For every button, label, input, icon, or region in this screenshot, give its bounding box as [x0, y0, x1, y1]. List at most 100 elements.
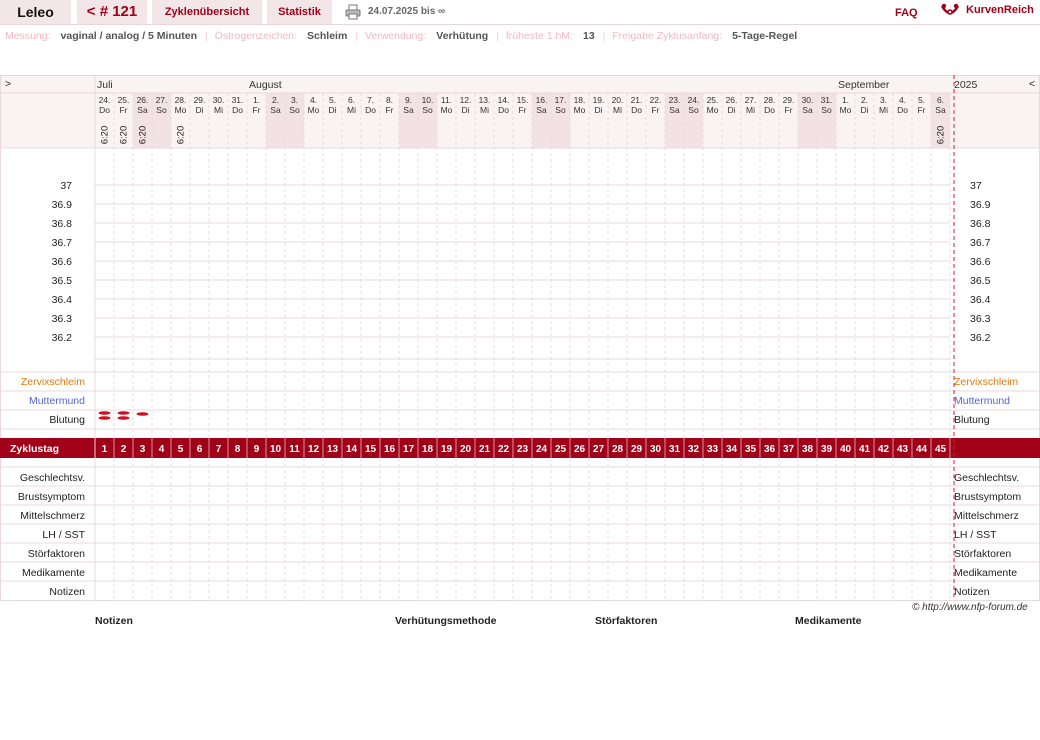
extra-row-label-right: Notizen — [954, 586, 990, 598]
cycle-day-number: 16 — [384, 444, 396, 455]
cycle-selector[interactable]: < # 121 — [77, 0, 147, 24]
temp-label-left: 36.7 — [52, 237, 73, 249]
printer-icon[interactable] — [345, 4, 361, 20]
cycle-day-number: 19 — [441, 444, 453, 455]
weekday-label: Mo — [840, 105, 852, 115]
date-label: 22. — [650, 95, 662, 105]
weekday-label: Mi — [746, 105, 755, 115]
measurement-time: 6:20 — [119, 126, 130, 145]
temp-label-right: 37 — [970, 180, 982, 192]
date-label: 9. — [405, 95, 412, 105]
cycle-day-number: 15 — [365, 444, 377, 455]
user-name-tab[interactable]: Leleo — [0, 0, 71, 24]
weekday-label: So — [156, 105, 167, 115]
cycle-day-number: 3 — [140, 444, 146, 455]
date-label: 2. — [272, 95, 279, 105]
cycle-day-number: 11 — [289, 444, 300, 455]
date-label: 26. — [726, 95, 738, 105]
copyright-link[interactable]: © http://www.nfp-forum.de — [912, 602, 1028, 613]
date-label: 1. — [253, 95, 260, 105]
temp-label-right: 36.3 — [970, 313, 991, 325]
date-label: 20. — [612, 95, 624, 105]
weekday-label: Sa — [270, 105, 281, 115]
date-label: 26. — [137, 95, 149, 105]
cycle-day-number: 29 — [631, 444, 643, 455]
setting-earliest-high: früheste 1.hM: 13 — [505, 30, 595, 42]
temp-label-right: 36.4 — [970, 294, 991, 306]
date-label: 19. — [593, 95, 605, 105]
kurvenreich-logo-icon[interactable] — [940, 2, 960, 20]
brand-name[interactable]: KurvenReich — [966, 4, 1034, 16]
extra-row-label-right: Geschlechtsv. — [954, 472, 1019, 484]
cycle-day-number: 10 — [270, 444, 282, 455]
date-label: 18. — [574, 95, 586, 105]
cycle-day-number: 17 — [403, 444, 415, 455]
obs-row-label-right: Zervixschleim — [954, 376, 1018, 388]
cycle-day-number: 12 — [308, 444, 320, 455]
extra-row-label-left: Medikamente — [22, 567, 85, 579]
weekday-label: Di — [594, 105, 602, 115]
month-label: Juli — [97, 79, 113, 91]
cycle-day-number: 34 — [726, 444, 738, 455]
weekday-label: So — [821, 105, 832, 115]
faq-link[interactable]: FAQ — [895, 7, 918, 19]
measurement-time: 6:20 — [176, 126, 187, 145]
date-label: 24. — [688, 95, 700, 105]
cycle-day-number: 31 — [669, 444, 681, 455]
date-label: 1. — [842, 95, 849, 105]
bleeding-mark — [98, 416, 111, 420]
month-label: September — [838, 79, 890, 91]
cycle-day-number: 6 — [197, 444, 203, 455]
temp-label-right: 36.7 — [970, 237, 991, 249]
extra-row-label-left: Brustsymptom — [18, 491, 85, 503]
contraception-method-heading: Verhütungsmethode — [395, 615, 497, 627]
obs-row-label-left: Muttermund — [29, 395, 85, 407]
weekday-label: Di — [461, 105, 469, 115]
cycle-day-number: 5 — [178, 444, 184, 455]
cycle-day-number: 25 — [555, 444, 567, 455]
date-label: 29. — [194, 95, 206, 105]
cycle-day-number: 26 — [574, 444, 586, 455]
statistics-tab[interactable]: Statistik — [267, 0, 332, 24]
weekday-label: Sa — [802, 105, 813, 115]
cycle-overview-tab[interactable]: Zyklenübersicht — [152, 0, 262, 24]
date-label: 30. — [213, 95, 225, 105]
date-label: 23. — [669, 95, 681, 105]
date-label: 13. — [479, 95, 491, 105]
obs-row-label-right: Blutung — [954, 414, 990, 426]
cycle-day-number: 39 — [821, 444, 833, 455]
prev-cycle-arrow[interactable]: > — [5, 78, 11, 90]
cycle-settings-bar: Messung: vaginal / analog / 5 Minuten | Ös… — [5, 30, 801, 42]
temp-label-left: 37 — [60, 180, 72, 192]
date-label: 28. — [764, 95, 776, 105]
temp-label-left: 36.8 — [52, 218, 73, 230]
bleeding-mark — [136, 412, 149, 416]
extra-row-label-left: Mittelschmerz — [20, 510, 85, 522]
weekday-label: Do — [498, 105, 509, 115]
next-cycle-arrow[interactable]: < — [1029, 78, 1035, 90]
weekday-label: So — [555, 105, 566, 115]
weekday-label: Sa — [403, 105, 414, 115]
weekday-label: Di — [195, 105, 203, 115]
temp-label-right: 36.8 — [970, 218, 991, 230]
measurement-time: 6:20 — [100, 126, 111, 145]
cycle-day-number: 7 — [216, 444, 222, 455]
disruptions-heading: Störfaktoren — [595, 615, 658, 627]
cycle-chart: Juli August September> <202524.Do6:2025.Fr6… — [0, 75, 1040, 601]
temp-label-left: 36.6 — [52, 256, 73, 268]
weekday-label: Mo — [441, 105, 453, 115]
weekday-label: Mo — [175, 105, 187, 115]
weekday-label: Fr — [651, 105, 659, 115]
setting-estrogen-sign: Östrogenzeichen: Schleim — [214, 30, 348, 42]
weekday-label: Fr — [119, 105, 127, 115]
date-label: 27. — [156, 95, 168, 105]
date-label: 5. — [329, 95, 336, 105]
date-label: 31. — [821, 95, 833, 105]
cycle-day-number: 9 — [254, 444, 260, 455]
temp-label-left: 36.4 — [52, 294, 73, 306]
extra-row-label-right: Störfaktoren — [954, 548, 1011, 560]
obs-row-label-left: Zervixschleim — [21, 376, 85, 388]
date-label: 2. — [861, 95, 868, 105]
weekday-label: Mi — [347, 105, 356, 115]
date-label: 4. — [310, 95, 317, 105]
